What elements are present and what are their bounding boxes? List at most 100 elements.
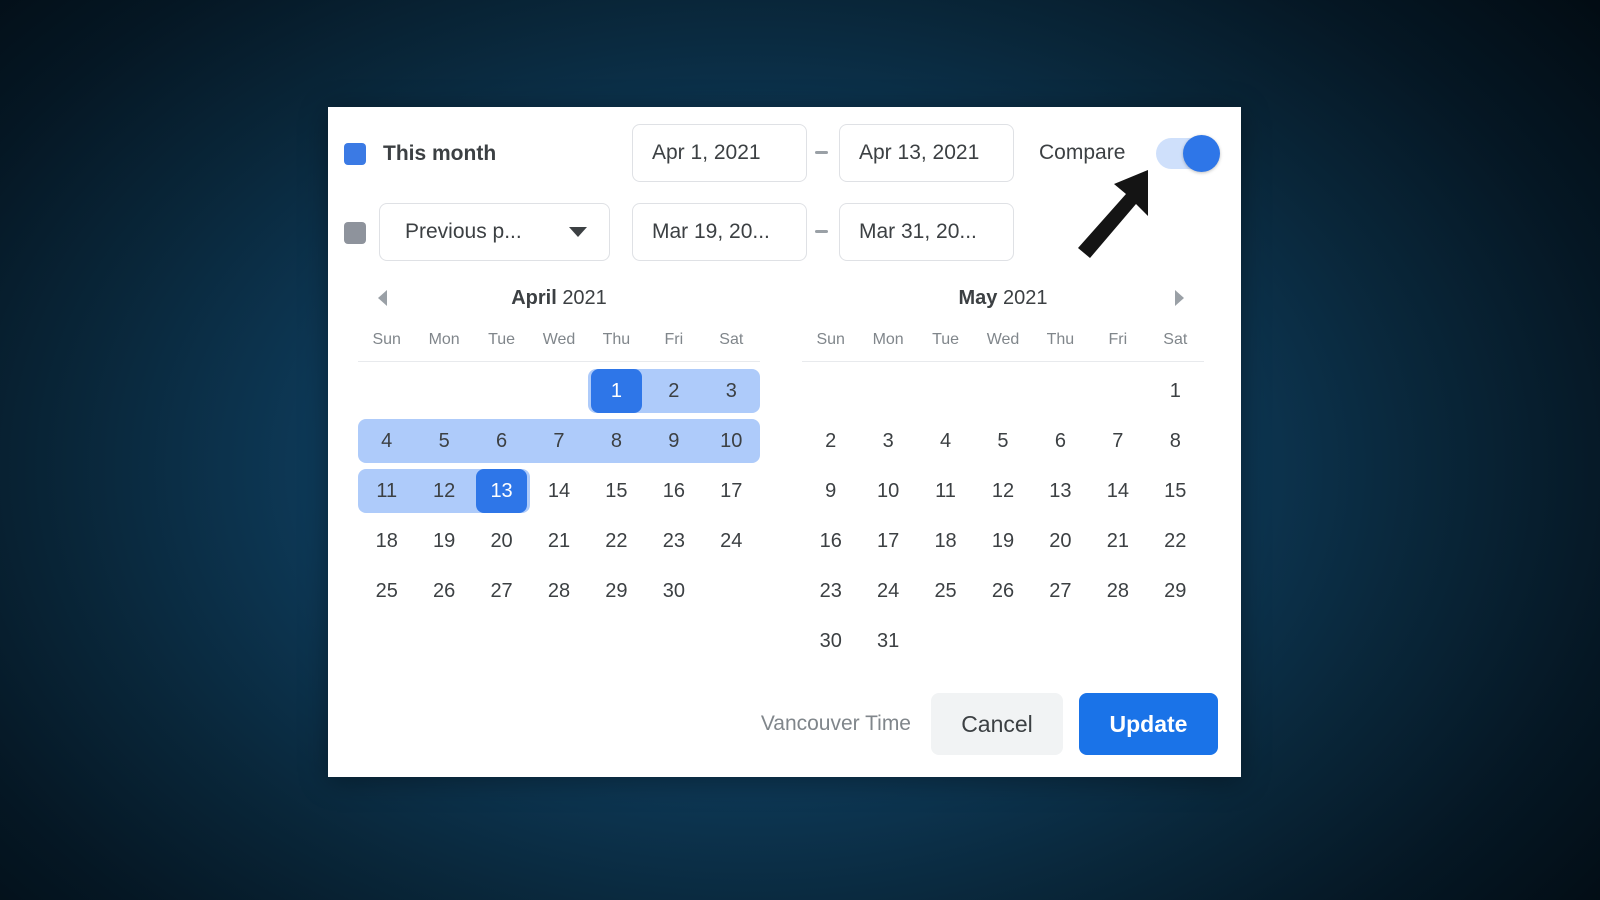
compare-range-row: Previous p... Mar 19, 20... Mar 31, 20..… — [328, 203, 1241, 263]
primary-range-row: This month Apr 1, 2021 Apr 13, 2021 Comp… — [328, 124, 1241, 184]
calendar-day[interactable]: 19 — [974, 516, 1031, 566]
calendar-day[interactable]: 1 — [587, 366, 646, 416]
calendar-day[interactable]: 2 — [645, 366, 703, 416]
compare-preset-dropdown[interactable]: Previous p... — [379, 203, 610, 261]
calendar-day[interactable]: 23 — [802, 566, 859, 616]
calendar-day[interactable]: 17 — [703, 466, 760, 516]
calendar-day[interactable]: 28 — [1089, 566, 1146, 616]
calendar-right-header: May 2021 — [802, 279, 1204, 317]
weekday-label: Thu — [1046, 331, 1075, 348]
calendar-day[interactable]: 24 — [703, 516, 760, 566]
calendar-day[interactable]: 18 — [917, 516, 974, 566]
calendar-day[interactable]: 30 — [645, 566, 702, 616]
compare-range-separator — [815, 230, 828, 233]
calendar-day[interactable]: 5 — [974, 416, 1031, 466]
calendar-day[interactable]: 13 — [472, 466, 531, 516]
calendar-day[interactable]: 20 — [1032, 516, 1089, 566]
weekday-label: Tue — [488, 331, 516, 348]
calendar-day[interactable]: 6 — [1032, 416, 1089, 466]
calendar-day[interactable]: 14 — [530, 466, 587, 516]
calendar-day[interactable]: 2 — [802, 416, 859, 466]
calendar-day[interactable]: 25 — [917, 566, 974, 616]
compare-toggle-switch[interactable] — [1156, 135, 1220, 172]
calendar-may: May 2021 Sun Mon Tue Wed Thu Fri Sat 123456789… — [802, 279, 1204, 666]
calendar-day[interactable]: 21 — [1089, 516, 1146, 566]
calendar-day-blank — [358, 366, 415, 416]
calendar-left-year: 2021 — [562, 287, 607, 309]
calendar-day[interactable]: 10 — [702, 416, 761, 466]
calendar-left-month: April — [511, 287, 557, 309]
calendar-day[interactable]: 3 — [859, 416, 916, 466]
calendar-day[interactable]: 26 — [415, 566, 472, 616]
calendar-day[interactable]: 7 — [530, 416, 589, 466]
calendar-day[interactable]: 3 — [702, 366, 761, 416]
calendar-right-year: 2021 — [1002, 287, 1048, 309]
primary-end-date-input[interactable]: Apr 13, 2021 — [839, 124, 1014, 182]
calendar-day[interactable]: 25 — [358, 566, 415, 616]
calendar-day[interactable]: 31 — [859, 616, 916, 666]
calendar-day[interactable]: 4 — [917, 416, 974, 466]
calendar-day[interactable]: 21 — [530, 516, 587, 566]
calendar-day[interactable]: 8 — [1147, 416, 1204, 466]
calendar-day[interactable]: 15 — [588, 466, 645, 516]
calendar-day[interactable]: 9 — [645, 416, 703, 466]
calendar-day[interactable]: 23 — [645, 516, 702, 566]
calendar-day[interactable]: 12 — [415, 466, 474, 516]
calendar-day[interactable]: 9 — [802, 466, 859, 516]
calendar-day[interactable]: 5 — [415, 416, 474, 466]
chevron-right-icon[interactable] — [1175, 290, 1184, 306]
calendar-day[interactable]: 29 — [1147, 566, 1204, 616]
calendar-day[interactable]: 27 — [473, 566, 530, 616]
calendar-day[interactable]: 8 — [587, 416, 646, 466]
calendar-day[interactable]: 6 — [472, 416, 531, 466]
cancel-button[interactable]: Cancel — [931, 693, 1063, 755]
calendar-day[interactable]: 18 — [358, 516, 415, 566]
calendar-day[interactable]: 7 — [1089, 416, 1146, 466]
calendar-day[interactable]: 19 — [415, 516, 472, 566]
calendar-day[interactable]: 28 — [530, 566, 587, 616]
compare-label: Compare — [1039, 141, 1126, 164]
calendar-day[interactable]: 20 — [473, 516, 530, 566]
weekday-label: Sat — [1163, 331, 1188, 348]
calendar-day[interactable]: 16 — [802, 516, 859, 566]
calendar-day-blank — [974, 366, 1031, 416]
compare-start-date-input[interactable]: Mar 19, 20... — [632, 203, 807, 261]
calendar-day[interactable]: 11 — [358, 466, 416, 516]
compare-end-date-input[interactable]: Mar 31, 20... — [839, 203, 1014, 261]
chevron-left-icon[interactable] — [378, 290, 387, 306]
calendar-day[interactable]: 24 — [859, 566, 916, 616]
calendar-day[interactable]: 1 — [1147, 366, 1204, 416]
calendar-day[interactable]: 27 — [1032, 566, 1089, 616]
calendar-day[interactable]: 17 — [859, 516, 916, 566]
compare-range-color-swatch — [344, 222, 366, 244]
date-range-picker-dialog: This month Apr 1, 2021 Apr 13, 2021 Comp… — [328, 107, 1241, 777]
update-button[interactable]: Update — [1079, 693, 1218, 755]
calendar-day[interactable]: 14 — [1089, 466, 1146, 516]
calendar-day-blank — [859, 366, 916, 416]
calendar-day[interactable]: 13 — [1032, 466, 1089, 516]
calendar-left-days-grid: 1 2 3 4 5 6 7 8 9 10 11 12 13 14 15 16 17 18 19 20 21 22 23 24 2… — [358, 366, 761, 616]
calendar-day-blank — [530, 366, 587, 416]
calendar-left-header: April 2021 — [358, 279, 760, 317]
calendar-day[interactable]: 26 — [974, 566, 1031, 616]
calendar-day-blank — [1032, 366, 1089, 416]
chevron-down-icon — [569, 227, 587, 237]
calendar-day[interactable]: 29 — [588, 566, 645, 616]
calendar-day-blank — [802, 366, 859, 416]
calendar-day[interactable]: 4 — [358, 416, 416, 466]
calendar-day[interactable]: 22 — [1147, 516, 1204, 566]
calendar-day[interactable]: 12 — [974, 466, 1031, 516]
calendar-day[interactable]: 22 — [588, 516, 645, 566]
calendar-day[interactable]: 15 — [1147, 466, 1204, 516]
calendar-right-weekdays: Sun Mon Tue Wed Thu Fri Sat — [802, 331, 1204, 362]
calendar-day[interactable]: 30 — [802, 616, 859, 666]
primary-range-color-swatch — [344, 143, 366, 165]
calendar-day[interactable]: 16 — [645, 466, 702, 516]
weekday-label: Fri — [664, 331, 684, 348]
calendar-right-month: May — [958, 287, 998, 309]
calendar-day[interactable]: 10 — [859, 466, 916, 516]
calendar-day[interactable]: 11 — [917, 466, 974, 516]
calendar-april: April 2021 Sun Mon Tue Wed Thu Fri Sat 1234567… — [358, 279, 761, 616]
calendar-left-weekdays: Sun Mon Tue Wed Thu Fri Sat — [358, 331, 760, 362]
primary-start-date-input[interactable]: Apr 1, 2021 — [632, 124, 807, 182]
